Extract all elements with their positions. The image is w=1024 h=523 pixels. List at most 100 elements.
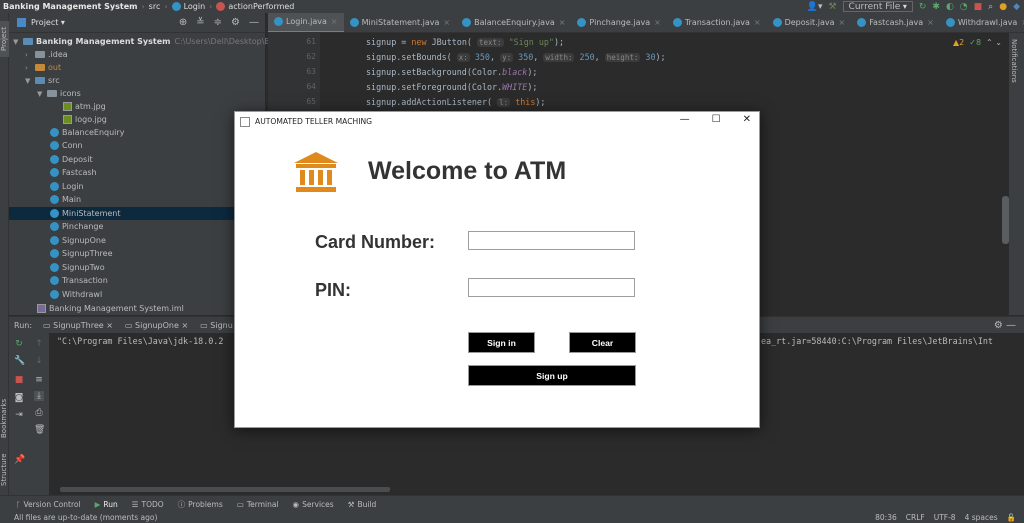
wrench-icon[interactable]: 🔧 [14, 356, 25, 366]
run-config-select[interactable]: Current File ▾ [842, 1, 913, 12]
tree-item-src[interactable]: ▼ src [9, 74, 265, 87]
version-control-button[interactable]: ᚴ Version Control [16, 500, 81, 509]
notifications-tool-button[interactable]: Notifications [1009, 37, 1018, 85]
console-scrollbar[interactable] [60, 487, 390, 492]
lock-icon[interactable]: 🔓 [1007, 513, 1016, 522]
pin-icon[interactable]: 📌 [14, 455, 25, 465]
tree-item-deposit[interactable]: Deposit [9, 153, 265, 166]
tree-item-login[interactable]: Login [9, 180, 265, 193]
tab-pinchange-java[interactable]: Pinchange.java × [571, 13, 666, 32]
tree-item-out[interactable]: › out [9, 61, 265, 74]
minimize-button[interactable]: — [680, 114, 690, 125]
breadcrumb-project[interactable]: Banking Management System [3, 2, 137, 11]
clear-button[interactable]: Clear [569, 332, 636, 353]
tree-item-logo-jpg[interactable]: logo.jpg [9, 113, 265, 126]
camera-icon[interactable]: ◙ [14, 393, 24, 403]
line-separator[interactable]: CRLF [906, 513, 925, 522]
card-number-field[interactable] [468, 231, 635, 250]
tab-transaction-java[interactable]: Transaction.java × [667, 13, 767, 32]
build-button[interactable]: ⚒ Build [348, 500, 377, 509]
stop-run-icon[interactable]: ■ [14, 375, 24, 385]
collapse-all-icon[interactable]: ≑ [214, 17, 222, 28]
line-number: 61 [306, 37, 316, 46]
coverage-icon[interactable]: ◐ [946, 2, 954, 12]
profile-icon[interactable]: ◔ [960, 2, 968, 12]
breadcrumb-login[interactable]: Login [184, 2, 206, 11]
tab-withdrawl-java[interactable]: Withdrawl.java× [940, 13, 1024, 32]
tree-item-balanceenquiry[interactable]: BalanceEnquiry [9, 126, 265, 139]
tree-item-signuptwo[interactable]: SignupTwo [9, 261, 265, 274]
search-icon[interactable]: ⌕ [988, 2, 993, 12]
bookmarks-tool-button[interactable]: Bookmarks [0, 397, 9, 439]
tree-item-icons[interactable]: ▼ icons [9, 87, 265, 100]
scroll-end-icon[interactable]: ⤓ [34, 391, 44, 401]
breadcrumb-src[interactable]: src [149, 2, 161, 11]
updates-icon[interactable]: ● [999, 2, 1007, 12]
class-icon [171, 2, 181, 11]
tree-item-pinchange[interactable]: Pinchange [9, 220, 265, 233]
tree-item-main[interactable]: Main [9, 193, 265, 206]
tab-login-java[interactable]: Login.java × [268, 13, 344, 32]
window-title-bar[interactable]: AUTOMATED TELLER MACHING — ☐ ✕ [235, 112, 759, 131]
run-tab-signupthree[interactable]: ▭ SignupThree × [37, 317, 119, 334]
terminal-button[interactable]: ▭ Terminal [237, 500, 279, 509]
run-settings-icon[interactable]: ⚙ — [994, 320, 1024, 331]
file-encoding[interactable]: UTF-8 [934, 513, 956, 522]
indent-setting[interactable]: 4 spaces [965, 513, 998, 522]
plugin-icon[interactable]: ◆ [1013, 2, 1020, 12]
problems-button[interactable]: ⓘ Problems [178, 499, 223, 510]
run-tab-signupone[interactable]: ▭ SignupOne × [119, 317, 194, 334]
tree-item-conn[interactable]: Conn [9, 139, 265, 152]
soft-wrap-icon[interactable]: ≡ [34, 375, 44, 385]
user-icon[interactable]: 👤▾ [807, 2, 823, 12]
hammer-icon[interactable]: ⚒ [828, 2, 836, 12]
tab-ministatement-java[interactable]: MiniStatement.java × [344, 13, 457, 32]
debug-icon[interactable]: ✱ [932, 2, 940, 12]
tree-root[interactable]: ▼ Banking Management System C:\Users\Dell\… [9, 35, 297, 48]
tab-balanceenquiry-java[interactable]: BalanceEnquiry.java × [456, 13, 571, 32]
tab-deposit-java[interactable]: Deposit.java × [767, 13, 852, 32]
tree-item-signupthree[interactable]: SignupThree [9, 247, 265, 260]
right-tool-stripe: Notifications [1009, 33, 1024, 315]
sign-up-button[interactable]: Sign up [468, 365, 636, 386]
tree-item-ministatement[interactable]: MiniStatement [9, 207, 265, 220]
pin-field[interactable] [468, 278, 635, 297]
sign-in-button[interactable]: Sign in [468, 332, 535, 353]
maximize-button[interactable]: ☐ [712, 114, 721, 125]
tree-item-iml[interactable]: Banking Management System.iml [9, 302, 265, 315]
tree-item-withdrawl[interactable]: Withdrawl [9, 288, 265, 301]
services-button[interactable]: ◉ Services [293, 500, 334, 509]
login-icon[interactable]: ⇥ [14, 410, 24, 420]
code-line: signup.addActionListener( l: this); [366, 97, 546, 107]
tree-item-signupone[interactable]: SignupOne [9, 234, 265, 247]
hide-icon[interactable]: — [249, 17, 259, 28]
trash-icon[interactable]: 🗑 [34, 425, 45, 435]
hammer-icon: ⚒ [347, 499, 355, 509]
line-number: 62 [306, 52, 316, 61]
gear-icon[interactable]: ⚙ [231, 17, 240, 28]
inspection-widget[interactable]: ▲2 ✓8 ⌃ ⌄ [953, 38, 1002, 47]
tree-item-atm-jpg[interactable]: atm.jpg [9, 100, 265, 113]
todo-button[interactable]: ☰ TODO [132, 500, 164, 509]
locate-icon[interactable]: ⊕ [179, 17, 187, 28]
run-icon[interactable]: ↻ [919, 2, 927, 12]
tree-item-fastcash[interactable]: Fastcash [9, 166, 265, 179]
stop-icon[interactable]: ■ [974, 2, 983, 12]
project-view-select[interactable]: Project [31, 18, 58, 27]
structure-tool-button[interactable]: Structure [0, 449, 9, 491]
close-button[interactable]: ✕ [743, 114, 751, 125]
tree-item-idea[interactable]: › .idea [9, 48, 265, 61]
run-tab-signu[interactable]: ▭ Signu [194, 317, 239, 334]
tree-item-transaction[interactable]: Transaction [9, 274, 265, 287]
breadcrumb-method[interactable]: actionPerformed [228, 2, 294, 11]
project-tool-button[interactable]: Project [0, 21, 9, 57]
expand-all-icon[interactable]: ≚ [196, 17, 204, 28]
run-button[interactable]: ▶ Run [95, 500, 118, 509]
tab-fastcash-java[interactable]: Fastcash.java × [851, 13, 940, 32]
rerun-icon[interactable]: ↻ [14, 339, 24, 349]
print-icon[interactable]: ⎙ [34, 408, 44, 418]
up-icon[interactable]: ↑ [34, 339, 44, 349]
caret-position[interactable]: 80:36 [875, 513, 897, 522]
editor-scrollbar[interactable] [1002, 196, 1009, 244]
down-icon[interactable]: ↓ [34, 356, 44, 366]
